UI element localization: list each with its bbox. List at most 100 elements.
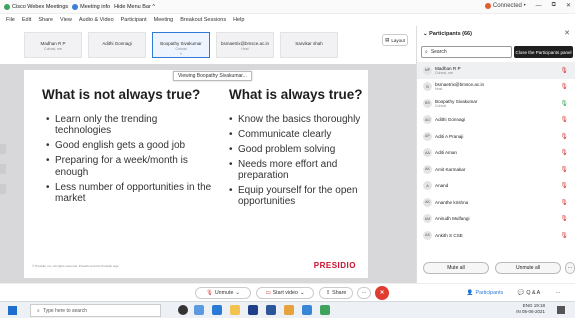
mic-muted-icon[interactable]: 🎙 [560,83,568,90]
participant-name: Anirudh Mulfangi [435,216,470,222]
menu-breakout[interactable]: Breakout Sessions [180,17,226,23]
participant-row[interactable]: MP Madhan R P Cohost, me 🎙 [417,62,575,79]
menu-edit[interactable]: Edit [22,17,31,23]
chrome-icon[interactable] [284,305,294,315]
video-thumbnail[interactable]: Sarvikar shah [280,32,338,58]
edge-icon[interactable] [212,305,222,315]
chat-qa-button[interactable]: 💬 Q & A [512,287,546,299]
participant-name: Aditi Aman [435,150,457,156]
avatar: AG [423,115,432,125]
menu-audio-video[interactable]: Audio & Video [79,17,114,23]
connected-status[interactable]: Connected • [484,2,526,9]
side-handle[interactable] [0,184,6,194]
webex-icon [4,3,10,10]
meeting-info-tab[interactable]: Meeting info [72,3,110,10]
mic-on-icon[interactable]: 🎙 [560,100,568,107]
bullet-item: Good problem solving [229,144,364,156]
start-video-button[interactable]: ▭ Start video ⌄ [256,287,314,299]
mic-muted-icon[interactable]: 🎙 [560,67,568,74]
participant-row[interactable]: BS Boopathy Sivakumar Cohost 🎙 [417,95,575,112]
share-button[interactable]: ⇪ Share [319,287,353,299]
right-bullet-list: Know the basics thoroughly Communicate c… [229,114,364,211]
video-thumbnail[interactable]: bsmaetrix@bmsce.ac.in Host [216,32,274,58]
mic-muted-icon[interactable]: 🎙 [560,166,568,173]
mic-muted-icon[interactable]: 🎙 [560,232,568,239]
viewing-tooltip: Viewing Boopathy Sivakumar... [173,71,252,81]
participant-row[interactable]: AS Ankith S CSE 🎙 [417,227,575,244]
mic-muted-icon[interactable]: 🎙 [560,182,568,189]
store-icon[interactable] [248,305,258,315]
search-icon: ⌕ [37,307,40,314]
qa-label: Q & A [526,290,541,296]
unmute-all-button[interactable]: Unmute all [495,262,561,274]
teams-icon[interactable] [302,305,312,315]
mute-all-button[interactable]: Mute all [423,262,489,274]
date: 05-06-2021 [521,309,545,314]
close-window-button[interactable]: ✕ [566,2,571,9]
participant-row[interactable]: AM Anirudh Mulfangi 🎙 [417,211,575,228]
unmute-button[interactable]: 🎙 Unmute ⌄ [195,287,251,299]
avatar: A [423,181,432,191]
bullet-item: Less number of opportunities in the mark… [46,182,216,205]
start-video-label: Start video [272,290,298,296]
mic-muted-icon[interactable]: 🎙 [560,133,568,140]
participant-row[interactable]: AG Adithi Gonnagi 🎙 [417,112,575,129]
close-icon[interactable]: ✕ [564,29,570,37]
menu-view[interactable]: View [60,17,72,23]
minimize-button[interactable]: — [536,3,542,9]
participant-row[interactable]: AA Aditi Aman 🎙 [417,145,575,162]
connected-label: Connected • [492,2,526,9]
language-indicator: ENG [522,303,533,308]
participant-row[interactable]: B bsmaetrix@bmsce.ac.in Host 🎙 [417,79,575,96]
menu-bar: File Edit Share View Audio & Video Parti… [0,14,575,26]
side-handle[interactable] [0,164,6,174]
windows-start-icon[interactable] [8,306,17,315]
restore-button[interactable]: ⧉ [552,2,556,9]
mic-muted-icon[interactable]: 🎙 [560,149,568,156]
participant-search-input[interactable]: ⌕ Search [421,46,512,58]
more-options-button[interactable]: ··· [565,262,575,274]
file-explorer-icon[interactable] [230,305,240,315]
video-thumbnail[interactable]: Madhan R P Cohost, me [24,32,82,58]
menu-help[interactable]: Help [233,17,244,23]
thumbnail-name: Boopathy Sivakumar [160,41,202,46]
mic-muted-icon[interactable]: 🎙 [560,215,568,222]
menu-file[interactable]: File [6,17,15,23]
word-icon[interactable] [266,305,276,315]
mic-muted-icon[interactable]: 🎙 [560,116,568,123]
app-tab[interactable]: Cisco Webex Meetings [4,3,69,10]
app-name: Cisco Webex Meetings [12,3,69,10]
side-handle[interactable] [0,144,6,154]
menu-meeting[interactable]: Meeting [154,17,174,23]
panel-title-text: Participants (66) [429,31,472,37]
participant-row[interactable]: AP Aditi A Pranaji 🎙 [417,128,575,145]
participant-row[interactable]: AK Amit Karmakar 🎙 [417,161,575,178]
hide-menu-label: Hide Menu Bar ^ [114,3,155,10]
more-panels-button[interactable]: ··· [551,287,565,299]
end-meeting-button[interactable]: ✕ [375,286,389,300]
taskbar-search-input[interactable]: ⌕ Type here to search [30,304,161,317]
participant-row[interactable]: A Anand 🎙 [417,178,575,195]
presentation-slide: What is not always true? What is always … [24,70,368,278]
menu-participant[interactable]: Participant [121,17,147,23]
bullet-item: Know the basics thoroughly [229,114,364,126]
video-thumbnail[interactable]: Adithi Gonnagi [88,32,146,58]
menu-share[interactable]: Share [38,17,53,23]
mic-muted-icon: 🎙 [206,290,213,296]
region-indicator: IN [516,309,521,314]
thumbnail-role: Cohost, me [44,47,62,51]
hide-menu-bar-toggle[interactable]: Hide Menu Bar ^ [114,4,155,10]
notification-icon[interactable] [557,306,565,314]
bullet-item: Preparing for a week/month is enough [46,155,216,178]
participants-button[interactable]: 👤 Participants [463,287,507,299]
task-view-icon[interactable] [194,305,204,315]
video-thumbnail-active[interactable]: Boopathy Sivakumar Cohost ⇪ [152,32,210,58]
more-button[interactable]: ··· [357,287,371,299]
participant-row[interactable]: AK Ananthe krishna 🎙 [417,194,575,211]
layout-button[interactable]: ▤ Layout [382,34,408,46]
cortana-icon[interactable] [178,305,188,315]
share-icon: ⇪ [325,290,331,296]
system-tray[interactable]: ENG 19:18 IN 05-06-2021 [516,303,545,315]
mic-muted-icon[interactable]: 🎙 [560,199,568,206]
webex-taskbar-icon[interactable] [320,305,330,315]
